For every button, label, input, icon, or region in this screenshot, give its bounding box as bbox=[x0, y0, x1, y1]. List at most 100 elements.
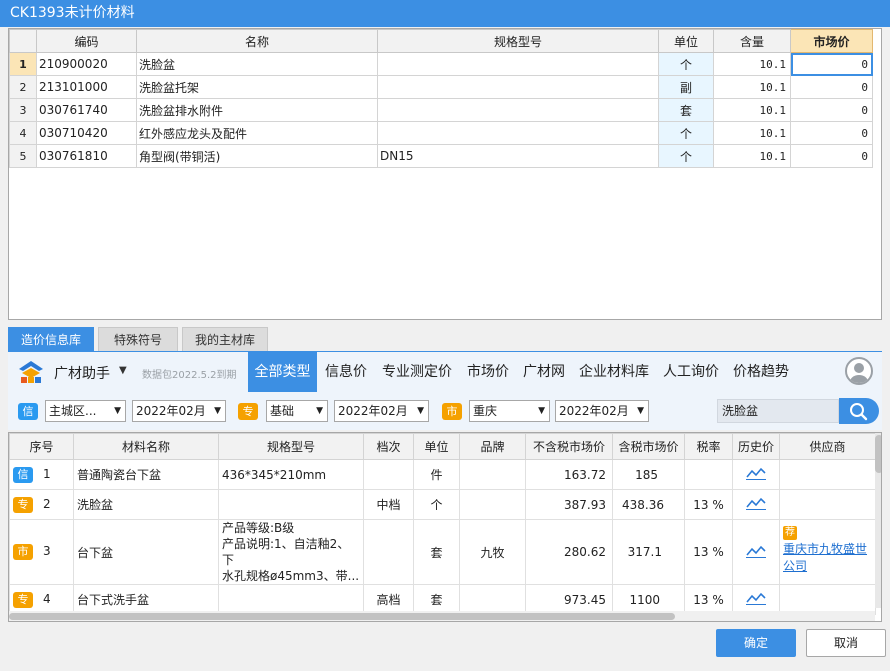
cell-spec[interactable] bbox=[377, 75, 659, 99]
col-price-incl-tax[interactable]: 含税市场价 bbox=[612, 433, 685, 460]
top-col-qty[interactable]: 含量 bbox=[713, 29, 791, 53]
cell-spec bbox=[218, 584, 364, 615]
cell-market-price[interactable]: 0 bbox=[790, 121, 873, 145]
nav-tab-market-price[interactable]: 市场价 bbox=[462, 352, 514, 392]
cell-market-price[interactable]: 0 bbox=[790, 75, 873, 99]
cell-code[interactable]: 210900020 bbox=[36, 52, 137, 76]
cell-name[interactable]: 红外感应龙头及配件 bbox=[136, 121, 378, 145]
trend-chart-icon[interactable] bbox=[746, 591, 766, 605]
col-supplier[interactable]: 供应商 bbox=[779, 433, 876, 460]
trend-chart-icon[interactable] bbox=[746, 496, 766, 510]
tab-price-info-library[interactable]: 造价信息库 bbox=[8, 327, 94, 351]
top-col-market-price[interactable]: 市场价 bbox=[790, 29, 873, 53]
top-col-unit[interactable]: 单位 bbox=[658, 29, 714, 53]
search-button[interactable] bbox=[839, 398, 879, 424]
material-helper-label[interactable]: 广材助手 bbox=[54, 363, 110, 383]
vertical-scroll-thumb[interactable] bbox=[875, 435, 881, 473]
cell-code[interactable]: 030710420 bbox=[36, 121, 137, 145]
col-grade[interactable]: 档次 bbox=[363, 433, 414, 460]
table-row[interactable]: 信1 普通陶瓷台下盆 436*345*210mm 件 163.72 185 bbox=[9, 459, 876, 490]
cell-history-price[interactable] bbox=[732, 584, 780, 615]
cell-unit[interactable]: 个 bbox=[658, 144, 714, 168]
table-row[interactable]: 4 030710420 红外感应龙头及配件 个 10.1 0 bbox=[9, 121, 873, 145]
col-material-name[interactable]: 材料名称 bbox=[73, 433, 219, 460]
nav-tab-price-trend[interactable]: 价格趋势 bbox=[728, 352, 794, 392]
top-col-code[interactable]: 编码 bbox=[36, 29, 137, 53]
cell-code[interactable]: 213101000 bbox=[36, 75, 137, 99]
nav-tab-all-types[interactable]: 全部类型 bbox=[248, 352, 317, 392]
professional-month-select[interactable]: 2022年02月 ▼ bbox=[334, 400, 429, 422]
info-month-select[interactable]: 2022年02月 ▼ bbox=[132, 400, 226, 422]
region-select[interactable]: 主城区... ▼ bbox=[45, 400, 126, 422]
col-tax-rate[interactable]: 税率 bbox=[684, 433, 733, 460]
nav-tab-enterprise-library[interactable]: 企业材料库 bbox=[574, 352, 654, 392]
helper-dropdown-caret-icon[interactable]: ▼ bbox=[119, 365, 127, 376]
cell-unit[interactable]: 套 bbox=[658, 98, 714, 122]
cell-code[interactable]: 030761740 bbox=[36, 98, 137, 122]
cell-history-price[interactable] bbox=[732, 459, 780, 490]
cell-name[interactable]: 洗脸盆排水附件 bbox=[136, 98, 378, 122]
nav-tab-info-price[interactable]: 信息价 bbox=[321, 352, 371, 392]
cell-name[interactable]: 洗脸盆 bbox=[136, 52, 378, 76]
top-col-spec[interactable]: 规格型号 bbox=[377, 29, 659, 53]
cell-qty[interactable]: 10.1 bbox=[713, 75, 791, 99]
supplier-link[interactable]: 公司 bbox=[783, 559, 807, 573]
nav-tab-professional-price[interactable]: 专业测定价 bbox=[376, 352, 458, 392]
cell-market-price[interactable]: 0 bbox=[790, 52, 873, 76]
city-select[interactable]: 重庆 ▼ bbox=[469, 400, 550, 422]
table-row[interactable]: 市3 台下盆 产品等级:B级 产品说明:1、自洁釉2、下 水孔规格ø45mm3、… bbox=[9, 519, 876, 585]
col-seq[interactable]: 序号 bbox=[9, 433, 74, 460]
top-col-name[interactable]: 名称 bbox=[136, 29, 378, 53]
cell-spec[interactable] bbox=[377, 98, 659, 122]
cell-qty[interactable]: 10.1 bbox=[713, 98, 791, 122]
results-table-header: 序号 材料名称 规格型号 档次 单位 品牌 不含税市场价 含税市场价 税率 历史… bbox=[9, 433, 876, 460]
trend-chart-icon[interactable] bbox=[746, 544, 766, 558]
table-row[interactable]: 专2 洗脸盆 中档 个 387.93 438.36 13 % bbox=[9, 489, 876, 520]
cell-name[interactable]: 角型阀(带铜活) bbox=[136, 144, 378, 168]
supplier-link[interactable]: 重庆市九牧盛世 bbox=[783, 542, 867, 556]
cell-supplier bbox=[779, 584, 876, 615]
nav-tab-manual-inquiry[interactable]: 人工询价 bbox=[658, 352, 724, 392]
cell-unit[interactable]: 个 bbox=[658, 121, 714, 145]
cell-spec[interactable] bbox=[377, 121, 659, 145]
confirm-button[interactable]: 确定 bbox=[716, 629, 796, 657]
search-input[interactable]: 洗脸盆 bbox=[717, 399, 839, 423]
cell-material-name: 台下盆 bbox=[73, 519, 219, 585]
professional-type-select[interactable]: 基础 ▼ bbox=[266, 400, 328, 422]
table-row[interactable]: 5 030761810 角型阀(带铜活) DN15 个 10.1 0 bbox=[9, 144, 873, 168]
market-month-select[interactable]: 2022年02月 ▼ bbox=[555, 400, 649, 422]
horizontal-scroll-thumb[interactable] bbox=[9, 613, 675, 620]
table-row[interactable]: 2 213101000 洗脸盆托架 副 10.1 0 bbox=[9, 75, 873, 99]
cell-name[interactable]: 洗脸盆托架 bbox=[136, 75, 378, 99]
col-unit[interactable]: 单位 bbox=[413, 433, 460, 460]
price-results-grid: 序号 材料名称 规格型号 档次 单位 品牌 不含税市场价 含税市场价 税率 历史… bbox=[8, 432, 882, 622]
nav-tab-guangcai-net[interactable]: 广材网 bbox=[519, 352, 569, 392]
vertical-scrollbar[interactable] bbox=[875, 433, 881, 608]
cell-spec[interactable]: DN15 bbox=[377, 144, 659, 168]
user-avatar-icon[interactable] bbox=[845, 357, 873, 385]
table-row[interactable]: 1 210900020 洗脸盆 个 10.1 0 bbox=[9, 52, 873, 76]
trend-chart-icon[interactable] bbox=[746, 466, 766, 480]
col-brand[interactable]: 品牌 bbox=[459, 433, 526, 460]
table-row[interactable]: 3 030761740 洗脸盆排水附件 套 10.1 0 bbox=[9, 98, 873, 122]
cell-history-price[interactable] bbox=[732, 519, 780, 585]
cell-unit[interactable]: 副 bbox=[658, 75, 714, 99]
cancel-button[interactable]: 取消 bbox=[806, 629, 886, 657]
col-history-price[interactable]: 历史价 bbox=[732, 433, 780, 460]
tab-special-symbols[interactable]: 特殊符号 bbox=[98, 327, 178, 351]
cell-qty[interactable]: 10.1 bbox=[713, 144, 791, 168]
cell-market-price[interactable]: 0 bbox=[790, 98, 873, 122]
cell-spec[interactable] bbox=[377, 52, 659, 76]
cell-history-price[interactable] bbox=[732, 489, 780, 520]
horizontal-scrollbar[interactable] bbox=[9, 611, 875, 621]
spec-line: 产品等级:B级 bbox=[222, 521, 295, 535]
cell-qty[interactable]: 10.1 bbox=[713, 52, 791, 76]
table-row[interactable]: 专4 台下式洗手盆 高档 套 973.45 1100 13 % bbox=[9, 584, 876, 615]
cell-unit[interactable]: 个 bbox=[658, 52, 714, 76]
cell-code[interactable]: 030761810 bbox=[36, 144, 137, 168]
cell-qty[interactable]: 10.1 bbox=[713, 121, 791, 145]
tab-my-material-library[interactable]: 我的主材库 bbox=[182, 327, 268, 351]
col-price-excl-tax[interactable]: 不含税市场价 bbox=[525, 433, 613, 460]
col-spec[interactable]: 规格型号 bbox=[218, 433, 364, 460]
cell-market-price[interactable]: 0 bbox=[790, 144, 873, 168]
